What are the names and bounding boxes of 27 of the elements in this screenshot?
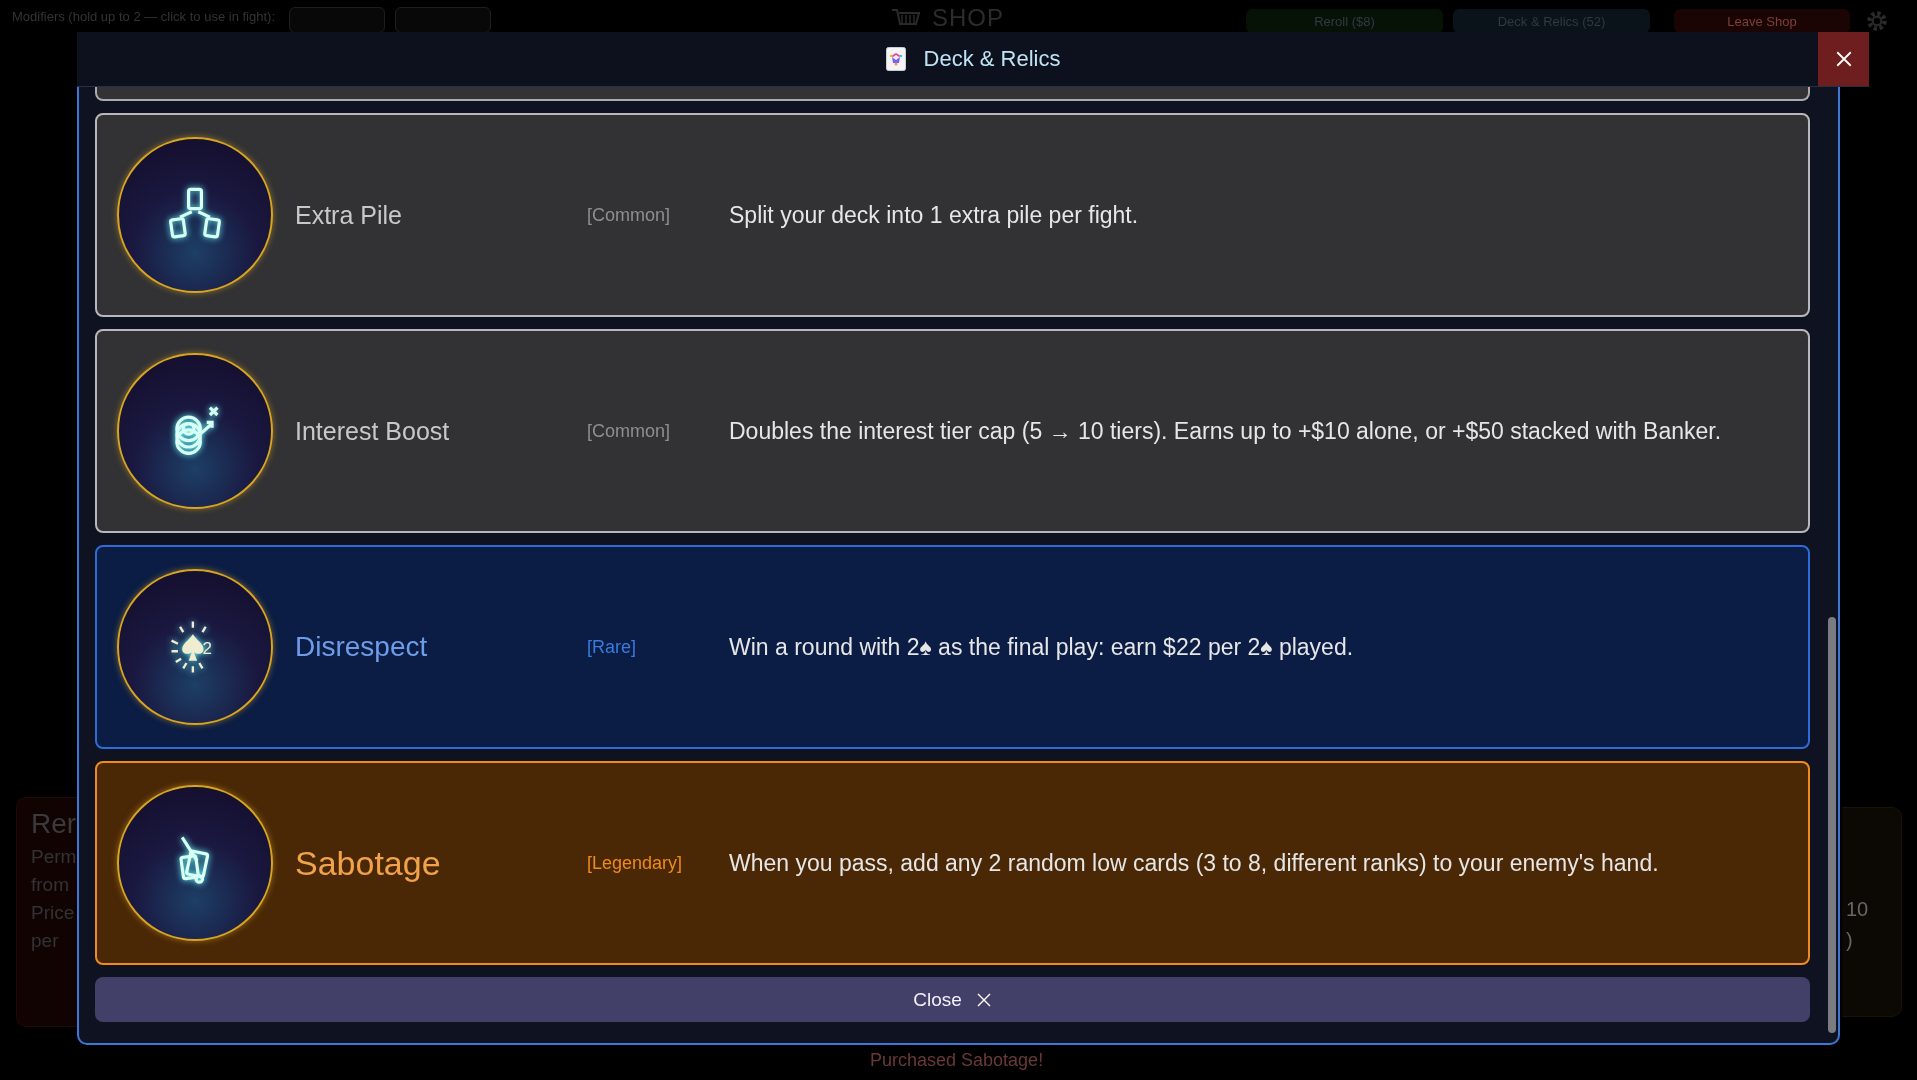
dialog-title: Deck & Relics (923, 46, 1061, 72)
close-icon (975, 991, 992, 1008)
modifier-slot[interactable] (395, 7, 491, 33)
joker-card-icon (885, 47, 906, 71)
relic-description: When you pass, add any 2 random low cards (3 to 8, different ranks) to your enemy's hand. (729, 849, 1659, 877)
scrollbar-thumb[interactable] (1828, 617, 1836, 1033)
relic-name: Extra Pile (295, 200, 403, 230)
purchase-message: Purchased Sabotage! (870, 1050, 1044, 1071)
relic-description: Doubles the interest tier cap (5 → 10 tiers). Earns up to +$10 alone, or +$50 stacked with Banker. (729, 417, 1722, 445)
relic-name: Sabotage (295, 843, 442, 883)
modifier-slot[interactable] (289, 7, 385, 33)
rarity-label: [Common] (587, 204, 672, 226)
relic-name: Disrespect (295, 631, 429, 663)
settings-icon[interactable] (1864, 8, 1890, 34)
close-button[interactable]: Close (95, 977, 1810, 1022)
rarity-label: [Rare] (587, 636, 638, 658)
relic-name: Interest Boost (295, 416, 451, 446)
close-icon (1834, 50, 1853, 68)
rarity-label: [Legendary] (587, 852, 684, 874)
card-text: ) (1846, 929, 1854, 952)
relic-description: Win a round with 2♠ as the final play: earn $22 per 2♠ played. (729, 633, 1354, 661)
shop-button[interactable]: Reroll ($8) (1246, 9, 1443, 33)
close-button[interactable] (1818, 32, 1869, 86)
rarity-label: [Common] (587, 420, 672, 442)
card-text: 10 (1846, 898, 1870, 921)
relic-description: Split your deck into 1 extra pile per fight. (729, 201, 1139, 229)
shop-button[interactable]: Leave Shop (1674, 9, 1850, 33)
